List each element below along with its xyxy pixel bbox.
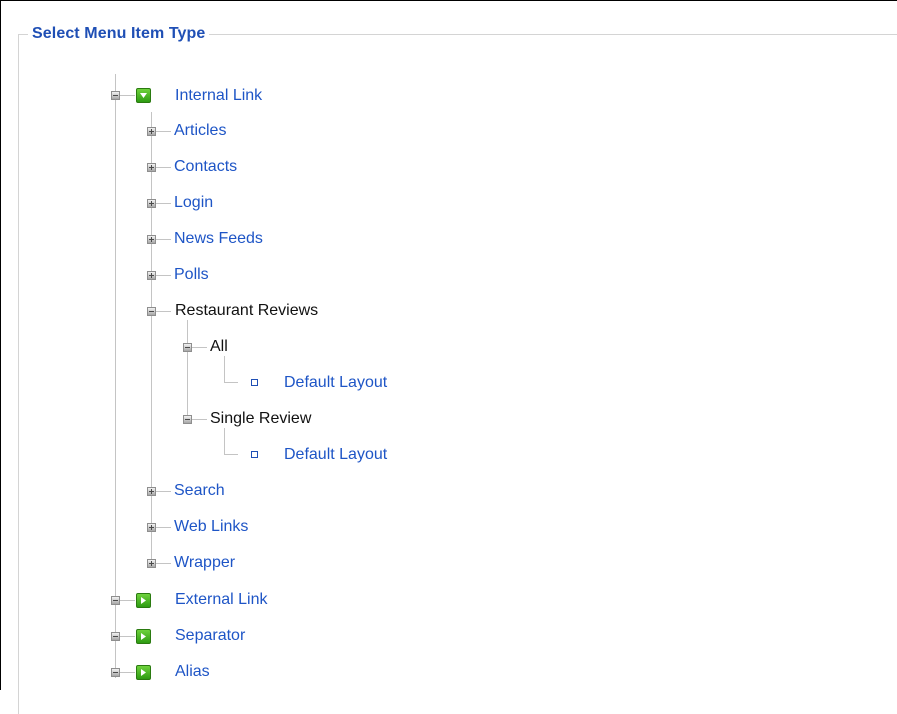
tree-line-single	[224, 428, 225, 454]
leaf-square-icon	[251, 379, 258, 386]
expand-icon[interactable]	[147, 523, 156, 532]
collapse-icon[interactable]	[147, 307, 156, 316]
tree-item-default-layout[interactable]: Default Layout	[284, 445, 387, 465]
tree-line-restaurant	[187, 320, 188, 420]
tree-item-polls[interactable]: Polls	[174, 265, 209, 285]
tree-item-single-review[interactable]: Single Review	[210, 409, 311, 429]
tree-item-web-links[interactable]: Web Links	[174, 517, 248, 537]
expand-icon[interactable]	[147, 559, 156, 568]
collapsed-arrow-icon[interactable]	[136, 629, 151, 644]
tree-item-default-layout[interactable]: Default Layout	[284, 373, 387, 393]
menu-type-fieldset	[18, 34, 897, 714]
collapse-icon[interactable]	[183, 343, 192, 352]
tree-item-login[interactable]: Login	[174, 193, 213, 213]
tree-line-top	[115, 74, 116, 678]
collapse-icon[interactable]	[183, 415, 192, 424]
tree-item-news-feeds[interactable]: News Feeds	[174, 229, 263, 249]
tree-item-external-link[interactable]: External Link	[175, 590, 268, 610]
leaf-square-icon	[251, 451, 258, 458]
tree-item-wrapper[interactable]: Wrapper	[174, 553, 235, 573]
expand-icon[interactable]	[147, 127, 156, 136]
node-box-icon[interactable]	[111, 596, 120, 605]
collapsed-arrow-icon[interactable]	[136, 665, 151, 680]
tree-item-articles[interactable]: Articles	[174, 121, 226, 141]
collapse-icon[interactable]	[111, 91, 120, 100]
expanded-arrow-icon[interactable]	[136, 88, 151, 103]
expand-icon[interactable]	[147, 163, 156, 172]
expand-icon[interactable]	[147, 487, 156, 496]
panel-legend: Select Menu Item Type	[28, 22, 210, 46]
tree-item-internal-link[interactable]: Internal Link	[175, 86, 262, 106]
tree-item-all[interactable]: All	[210, 337, 228, 357]
tree-item-alias[interactable]: Alias	[175, 662, 210, 682]
node-box-icon[interactable]	[111, 668, 120, 677]
tree-item-search[interactable]: Search	[174, 481, 225, 501]
node-box-icon[interactable]	[111, 632, 120, 641]
collapsed-arrow-icon[interactable]	[136, 593, 151, 608]
expand-icon[interactable]	[147, 271, 156, 280]
tree-item-separator[interactable]: Separator	[175, 626, 245, 646]
tree-line-internal	[151, 112, 152, 566]
expand-icon[interactable]	[147, 235, 156, 244]
tree-item-restaurant-reviews[interactable]: Restaurant Reviews	[175, 301, 318, 321]
expand-icon[interactable]	[147, 199, 156, 208]
tree-item-contacts[interactable]: Contacts	[174, 157, 237, 177]
tree-line-all	[224, 356, 225, 382]
